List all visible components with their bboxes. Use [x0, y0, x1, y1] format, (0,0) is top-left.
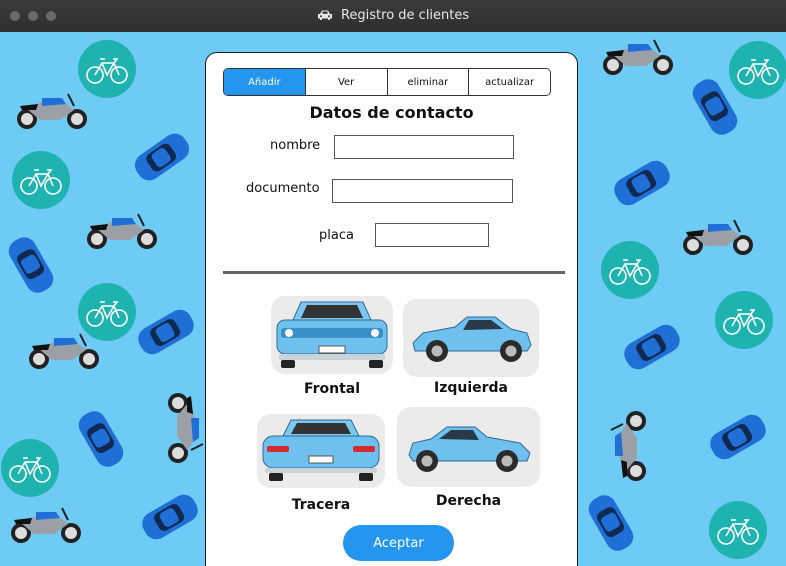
- motorcycle-icon: [28, 333, 100, 370]
- motorcycle-icon: [86, 213, 158, 250]
- registration-panel: Añadir Ver eliminar actualizar Datos de …: [205, 52, 578, 566]
- car-rear-image[interactable]: [257, 414, 385, 488]
- izquierda-label: Izquierda: [433, 380, 508, 396]
- car-left-image[interactable]: [403, 299, 539, 377]
- car-icon: [586, 490, 636, 556]
- car-icon: [138, 492, 202, 542]
- title-bar: Registro de clientes: [0, 0, 786, 32]
- motorcycle-icon: [167, 392, 204, 464]
- nombre-label: nombre: [270, 138, 321, 153]
- car-icon: [610, 157, 674, 209]
- divider: [223, 271, 565, 274]
- motorcycle-icon: [682, 219, 754, 256]
- tab-ver[interactable]: Ver: [305, 69, 388, 95]
- tab-actualizar[interactable]: actualizar: [469, 69, 550, 95]
- bicycle-icon: [714, 290, 774, 350]
- car-right-image[interactable]: [397, 407, 540, 487]
- car-rear-icon: [262, 419, 380, 481]
- car-icon: [317, 10, 332, 20]
- bicycle-icon: [600, 240, 660, 300]
- frontal-label: Frontal: [303, 381, 361, 397]
- motorcycle-icon: [10, 507, 82, 544]
- bicycle-icon: [0, 438, 60, 498]
- motorcycle-icon: [610, 410, 647, 482]
- car-icon: [6, 232, 56, 298]
- accept-button[interactable]: Aceptar: [343, 525, 454, 561]
- nombre-input[interactable]: [334, 135, 514, 159]
- car-icon: [688, 74, 742, 140]
- car-right-side-icon: [408, 426, 531, 472]
- tab-anadir[interactable]: Añadir: [224, 69, 306, 95]
- car-front-image[interactable]: [271, 296, 393, 374]
- car-icon: [76, 406, 126, 472]
- bicycle-icon: [77, 39, 137, 99]
- tab-eliminar[interactable]: eliminar: [387, 69, 470, 95]
- tab-bar: Añadir Ver eliminar actualizar: [223, 68, 551, 96]
- car-icon: [134, 307, 198, 357]
- documento-label: documento: [246, 181, 320, 196]
- section-title: Datos de contacto: [309, 103, 474, 122]
- bicycle-icon: [708, 500, 768, 560]
- tracera-label: Tracera: [291, 497, 351, 513]
- window-title: Registro de clientes: [340, 8, 470, 23]
- placa-input[interactable]: [375, 223, 489, 247]
- documento-input[interactable]: [332, 179, 513, 203]
- derecha-label: Derecha: [435, 493, 502, 509]
- car-front-icon: [276, 301, 388, 368]
- car-icon: [130, 132, 194, 182]
- car-icon: [620, 322, 684, 372]
- window-title-wrap: Registro de clientes: [0, 8, 786, 23]
- motorcycle-icon: [16, 93, 88, 130]
- car-left-side-icon: [412, 316, 532, 362]
- placa-label: placa: [319, 228, 354, 243]
- motorcycle-icon: [602, 39, 674, 76]
- bicycle-icon: [11, 150, 71, 210]
- car-icon: [706, 412, 770, 462]
